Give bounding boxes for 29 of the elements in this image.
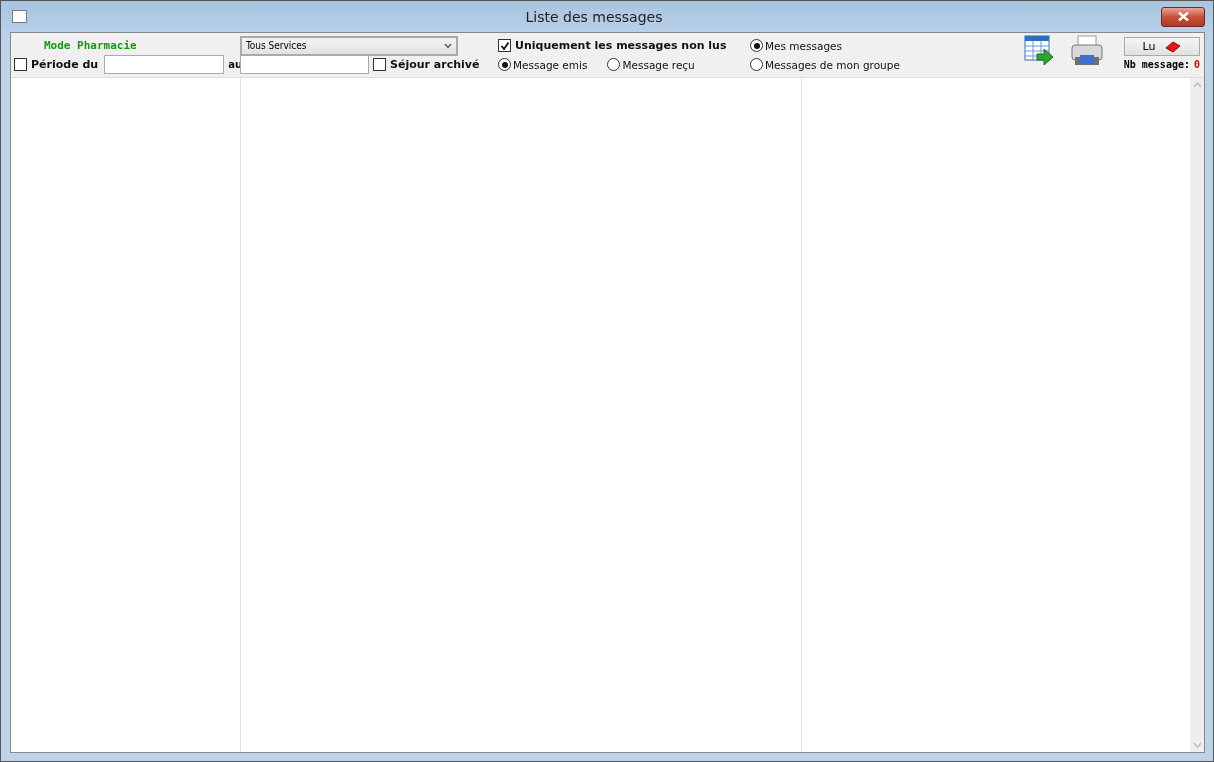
close-icon (1177, 12, 1189, 21)
radio-button[interactable] (498, 58, 511, 71)
service-dropdown[interactable]: Tous Services (240, 35, 458, 56)
radio-label: Message emis (513, 58, 588, 71)
archived-label: Séjour archivé (390, 58, 480, 71)
close-button[interactable] (1161, 6, 1205, 27)
checkbox[interactable] (373, 58, 386, 71)
radio-label: Message reçu (622, 58, 695, 71)
chevron-down-icon (444, 42, 452, 49)
spreadsheet-export-icon[interactable] (1023, 35, 1054, 67)
radio-label: Messages de mon groupe (765, 58, 900, 71)
count-label: Nb message: (1123, 59, 1190, 70)
mode-label: Mode Pharmacie (44, 39, 137, 52)
window-icon[interactable] (12, 10, 27, 23)
radio-button[interactable] (750, 39, 763, 52)
window-title: Liste des messages (524, 8, 664, 25)
date-from-field[interactable] (104, 55, 225, 74)
radio-button[interactable] (607, 58, 621, 71)
checkbox[interactable] (14, 58, 27, 71)
tag-icon (1165, 40, 1182, 53)
date-to-field[interactable] (240, 55, 369, 74)
checkbox[interactable] (498, 39, 511, 52)
printer-icon[interactable] (1069, 35, 1104, 67)
read-button[interactable]: Lu (1124, 37, 1200, 56)
radio-label: Mes messages (765, 39, 842, 52)
period-label: Période du (31, 58, 99, 71)
unread-only-label: Uniquement les messages non lus (515, 39, 727, 52)
radio-button[interactable] (750, 58, 763, 71)
count-value: 0 (1193, 59, 1200, 70)
